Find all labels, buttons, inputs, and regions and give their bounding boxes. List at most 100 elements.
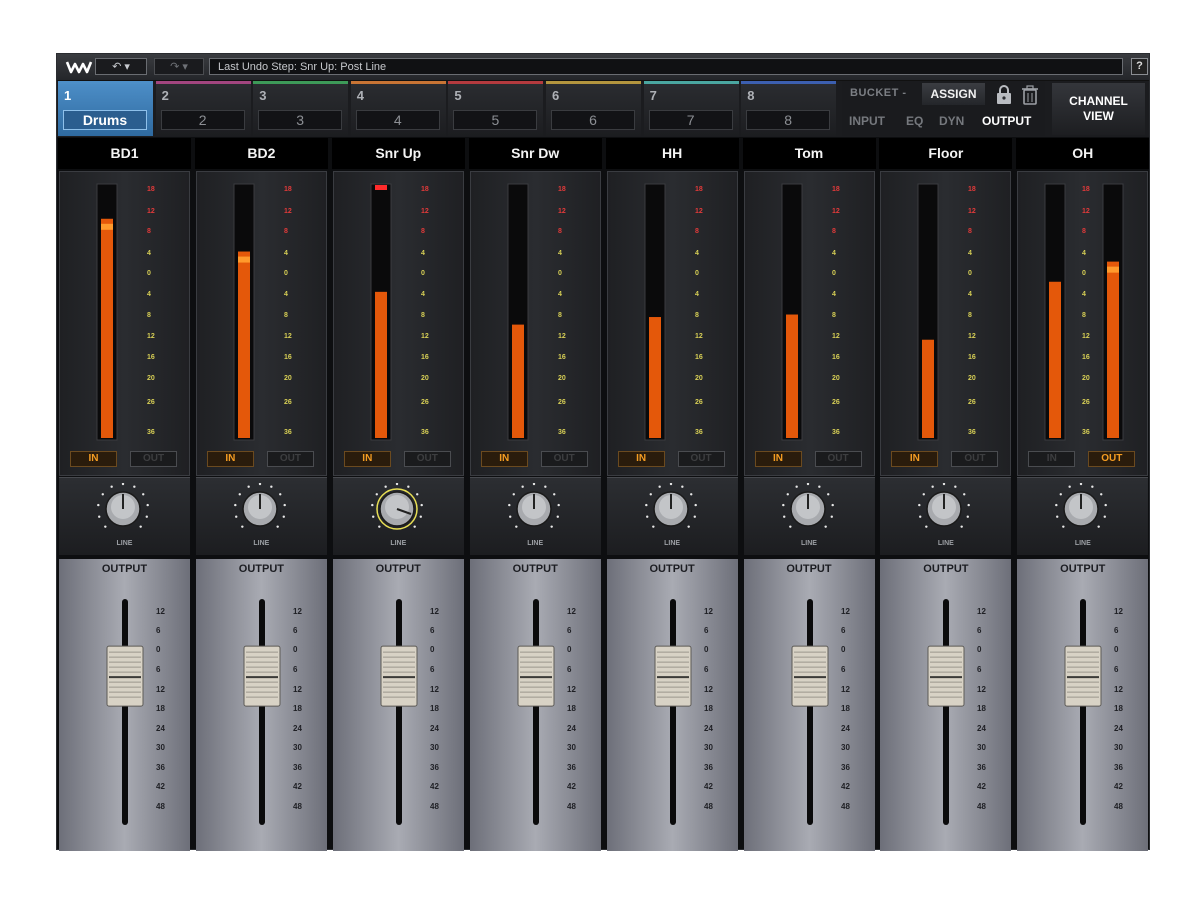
- line-knob[interactable]: [232, 483, 288, 537]
- meter-out-button[interactable]: OUT: [540, 451, 588, 467]
- output-fader-section: OUTPUT 12 6 0 6 12 18 24 30 36 42 48: [743, 559, 875, 851]
- group-tab-name[interactable]: 5: [453, 110, 538, 130]
- channel-name[interactable]: HH: [605, 138, 739, 169]
- group-tab-name[interactable]: 4: [355, 110, 440, 130]
- meter-out-button[interactable]: OUT: [814, 451, 862, 467]
- output-fader-section: OUTPUT 12 6 0 6 12 18 24 30 36 42 48: [1017, 559, 1149, 851]
- meter-in-button[interactable]: IN: [480, 451, 528, 467]
- line-knob-section: LINE: [469, 477, 601, 555]
- group-tab-number: 3: [259, 88, 267, 103]
- group-tab-5[interactable]: 55: [448, 81, 544, 136]
- fader-cap[interactable]: [380, 645, 418, 707]
- line-knob[interactable]: [1053, 483, 1109, 537]
- group-tab-7[interactable]: 77: [643, 81, 739, 136]
- knob-tick: [282, 515, 285, 518]
- meter-scale-label: 18: [147, 186, 155, 193]
- meter-section: 18 12 8 4 0 4 8 12 16 20 26 36 IN OUT: [195, 171, 327, 476]
- fader-scale-label: 6: [704, 665, 709, 674]
- knob-tick: [415, 493, 419, 496]
- meter-in-button[interactable]: IN: [206, 451, 254, 467]
- bucket-label[interactable]: BUCKET -: [850, 87, 907, 99]
- channel-name[interactable]: Floor: [879, 138, 1013, 169]
- help-button[interactable]: ?: [1131, 58, 1148, 75]
- group-tab-name[interactable]: 6: [551, 110, 635, 130]
- knob-tick: [508, 515, 512, 518]
- line-knob[interactable]: [506, 483, 562, 537]
- meter-scale-label: 12: [832, 208, 840, 215]
- meter-in-button[interactable]: IN: [343, 451, 391, 467]
- group-tab-2[interactable]: 22: [155, 81, 251, 136]
- group-tab-3[interactable]: 33: [253, 81, 349, 136]
- meter-scale-label: 8: [558, 228, 562, 235]
- assign-button[interactable]: ASSIGN: [922, 83, 985, 105]
- channel-name[interactable]: Snr Dw: [468, 138, 602, 169]
- channel-name[interactable]: BD1: [58, 138, 191, 169]
- fader-scale-label: 24: [293, 724, 302, 733]
- group-tab-4[interactable]: 44: [350, 81, 446, 136]
- group-tab-name[interactable]: 7: [648, 110, 733, 130]
- meter-in-button[interactable]: IN: [70, 451, 117, 467]
- line-knob-section: LINE: [743, 477, 875, 555]
- group-tab-name[interactable]: 8: [746, 110, 831, 130]
- channel-name[interactable]: Snr Up: [331, 138, 465, 169]
- meter-in-button[interactable]: IN: [617, 451, 665, 467]
- line-knob[interactable]: [780, 483, 836, 537]
- line-knob[interactable]: [916, 483, 972, 537]
- group-tab-name[interactable]: 3: [258, 110, 343, 130]
- line-knob[interactable]: [643, 483, 699, 537]
- channel-strip: BD1 18 12 8 4 0 4 8 12 16 20 26 36 IN OUT LINE OUTPUT 12 6…: [58, 138, 191, 851]
- fader-scale-label: 6: [567, 626, 572, 635]
- knob-tick: [1055, 503, 1058, 507]
- group-tab-6[interactable]: 66: [546, 81, 641, 136]
- knob-tick: [238, 493, 241, 496]
- knob-tick: [146, 503, 149, 507]
- undo-button[interactable]: ↶ ▾: [95, 58, 147, 75]
- output-fader-svg: 12 6 0 6 12 18 24 30 36 42 48: [517, 599, 576, 825]
- meter-in-button[interactable]: IN: [891, 451, 939, 467]
- group-tab-name[interactable]: 2: [160, 110, 245, 130]
- meter-in-button[interactable]: IN: [754, 451, 802, 467]
- meter-out-button[interactable]: OUT: [403, 451, 451, 467]
- knob-tick: [521, 485, 524, 488]
- lock-icon[interactable]: [993, 85, 1015, 105]
- group-color-strip: [350, 81, 446, 84]
- meter-out-button[interactable]: OUT: [130, 451, 177, 467]
- meter-out-button[interactable]: OUT: [677, 451, 725, 467]
- line-knob[interactable]: [369, 483, 425, 537]
- trash-icon[interactable]: [1019, 85, 1041, 105]
- redo-button[interactable]: ↷ ▾: [154, 58, 204, 75]
- fader-cap[interactable]: [517, 645, 555, 707]
- group-tab-name[interactable]: Drums: [63, 110, 147, 130]
- meter-scale-label: 20: [832, 375, 840, 382]
- group-tab-1[interactable]: 1 Drums: [58, 81, 153, 136]
- meter-scale-label: 8: [147, 228, 151, 235]
- mode-tab-input[interactable]: INPUT: [849, 114, 885, 128]
- meter-out-button[interactable]: OUT: [1088, 451, 1136, 467]
- channel-name[interactable]: BD2: [194, 138, 328, 169]
- mode-tab-eq[interactable]: EQ: [906, 114, 923, 128]
- group-tab-8[interactable]: 88: [741, 81, 837, 136]
- meter-out-button[interactable]: OUT: [951, 451, 999, 467]
- mode-tab-dyn[interactable]: DYN: [939, 114, 964, 128]
- fader-cap[interactable]: [791, 645, 828, 707]
- fader-cap[interactable]: [927, 645, 965, 707]
- fader-cap[interactable]: [1064, 645, 1102, 707]
- fader-cap[interactable]: [106, 645, 144, 707]
- knob-tick: [1103, 515, 1107, 518]
- channel-name[interactable]: Tom: [742, 138, 876, 169]
- fader-cap[interactable]: [654, 645, 692, 707]
- line-knob[interactable]: [95, 483, 151, 537]
- meter-in-button[interactable]: IN: [1028, 451, 1076, 467]
- meter-scale-label: 36: [147, 429, 155, 436]
- knob-label: LINE: [116, 540, 133, 547]
- channel-name[interactable]: OH: [1016, 138, 1150, 169]
- fader-scale-label: 12: [1114, 685, 1123, 694]
- channel-view-button[interactable]: CHANNEL VIEW: [1052, 83, 1145, 135]
- fader-scale-label: 18: [567, 704, 576, 713]
- meter-out-button[interactable]: OUT: [266, 451, 314, 467]
- knob-tick: [419, 515, 422, 518]
- fader-cap[interactable]: [243, 645, 281, 707]
- mode-tab-output[interactable]: OUTPUT: [982, 114, 1031, 128]
- undo-step-display: Last Undo Step: Snr Up: Post Line: [209, 58, 1123, 75]
- meter-scale-label: 8: [832, 228, 836, 235]
